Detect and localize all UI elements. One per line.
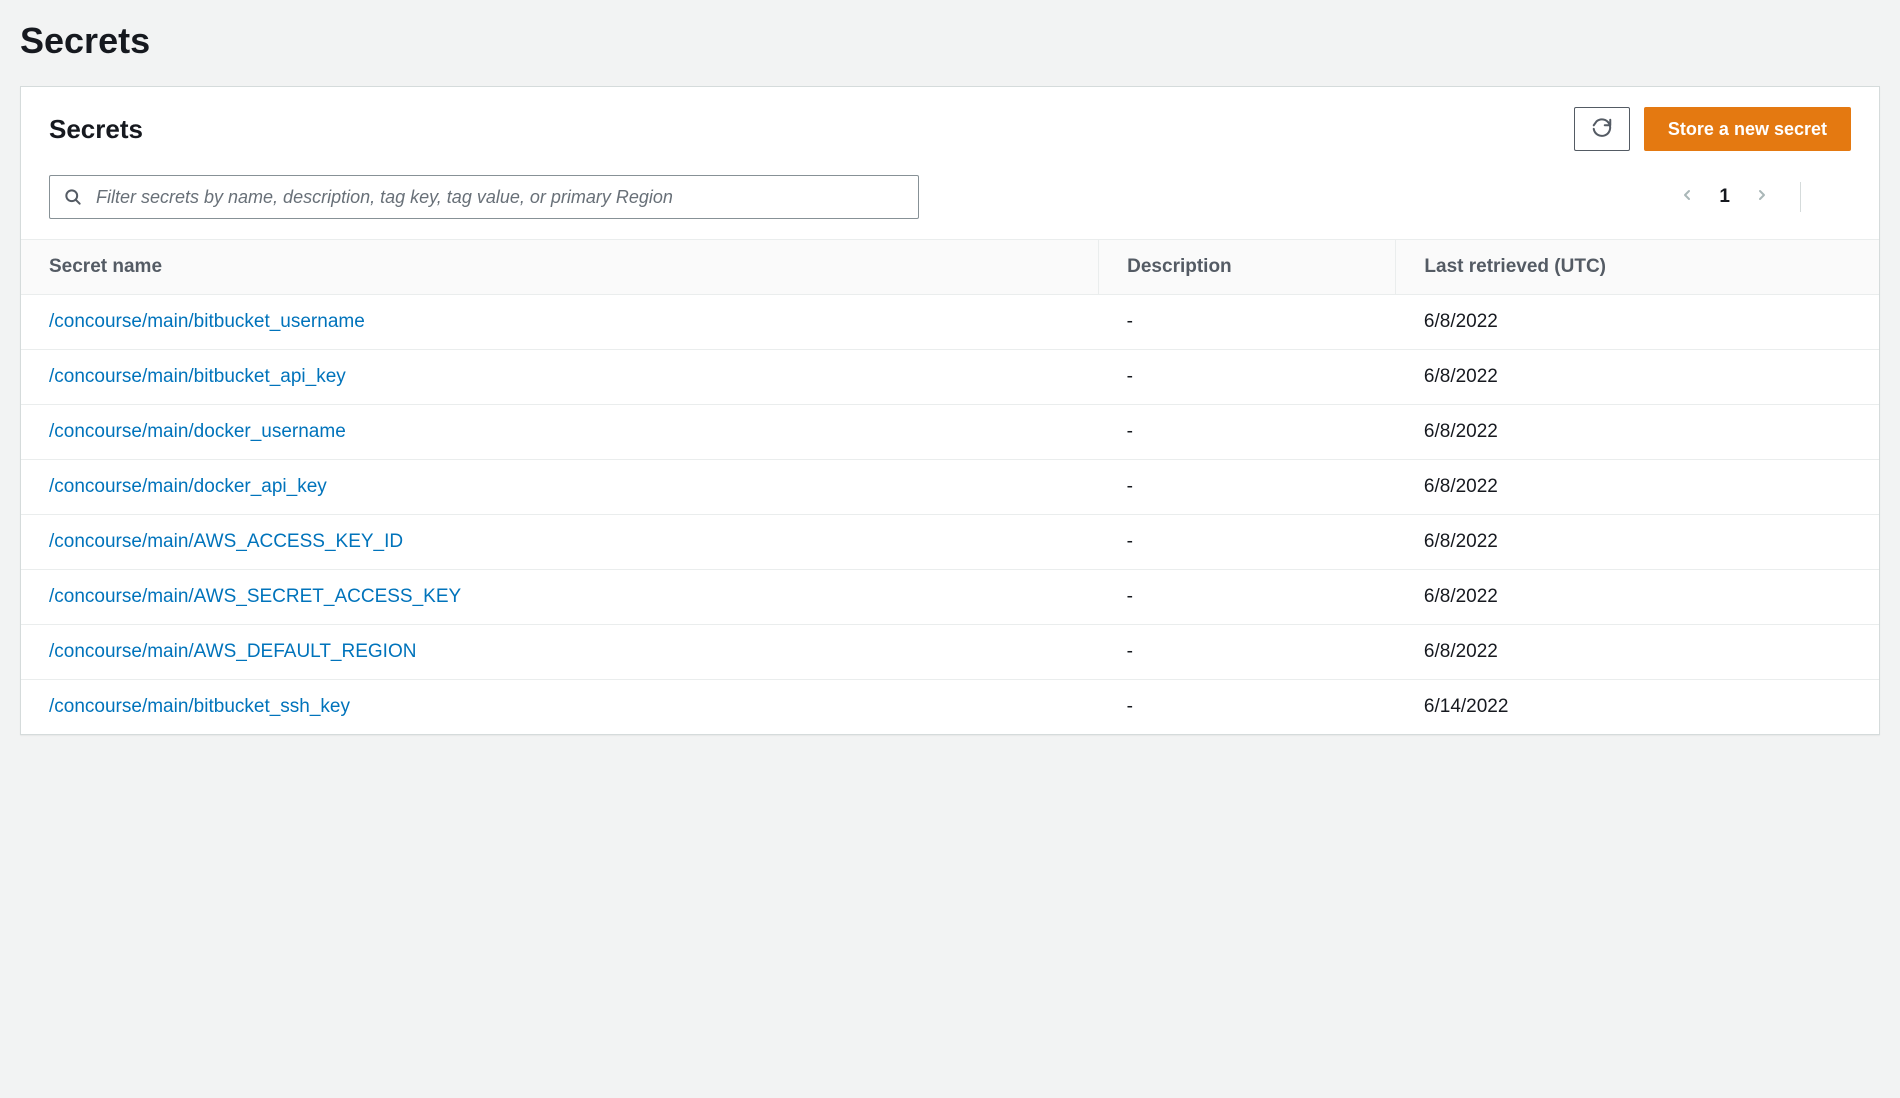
cell-last-retrieved: 6/14/2022 [1396,680,1879,735]
settings-button[interactable] [1829,186,1851,208]
secrets-panel: Secrets Store a new secret [20,86,1880,735]
table-row: /concourse/main/docker_username -6/8/2022 [21,405,1879,460]
prev-page-button[interactable] [1677,187,1697,207]
cell-last-retrieved: 6/8/2022 [1396,570,1879,625]
secret-link[interactable]: /concourse/main/AWS_ACCESS_KEY_ID [49,531,403,552]
cell-description: - [1099,625,1396,680]
table-row: /concourse/main/AWS_DEFAULT_REGION -6/8/2… [21,625,1879,680]
header-actions: Store a new secret [1574,107,1851,151]
pager-divider [1800,182,1801,212]
cell-last-retrieved: 6/8/2022 [1396,295,1879,350]
cell-last-retrieved: 6/8/2022 [1396,350,1879,405]
refresh-icon [1591,117,1613,142]
table-row: /concourse/main/AWS_SECRET_ACCESS_KEY -6/… [21,570,1879,625]
cell-description: - [1099,515,1396,570]
panel-toolbar: 1 [21,167,1879,239]
page-number: 1 [1719,186,1730,208]
secret-link[interactable]: /concourse/main/bitbucket_ssh_key [49,696,350,717]
chevron-left-icon [1679,185,1695,210]
secret-link[interactable]: /concourse/main/bitbucket_api_key [49,366,346,387]
cell-last-retrieved: 6/8/2022 [1396,405,1879,460]
col-description[interactable]: Description [1099,240,1396,295]
table-row: /concourse/main/AWS_ACCESS_KEY_ID -6/8/20… [21,515,1879,570]
search-wrap [49,175,919,219]
cell-last-retrieved: 6/8/2022 [1396,460,1879,515]
table-row: /concourse/main/bitbucket_username -6/8/2… [21,295,1879,350]
secret-link[interactable]: /concourse/main/AWS_DEFAULT_REGION [49,641,416,662]
cell-description: - [1099,680,1396,735]
secret-link[interactable]: /concourse/main/bitbucket_username [49,311,365,332]
cell-last-retrieved: 6/8/2022 [1396,515,1879,570]
pagination: 1 [1677,182,1851,212]
search-input[interactable] [49,175,919,219]
cell-last-retrieved: 6/8/2022 [1396,625,1879,680]
secret-link[interactable]: /concourse/main/AWS_SECRET_ACCESS_KEY [49,586,461,607]
col-last-retrieved[interactable]: Last retrieved (UTC) [1396,240,1879,295]
cell-description: - [1099,405,1396,460]
cell-description: - [1099,295,1396,350]
page-title: Secrets [20,20,1880,62]
cell-description: - [1099,460,1396,515]
cell-description: - [1099,350,1396,405]
chevron-right-icon [1754,185,1770,210]
panel-header: Secrets Store a new secret [21,87,1879,167]
secret-link[interactable]: /concourse/main/docker_api_key [49,476,327,497]
next-page-button[interactable] [1752,187,1772,207]
table-row: /concourse/main/bitbucket_ssh_key -6/14/2… [21,680,1879,735]
panel-title: Secrets [49,114,143,145]
search-icon [63,187,83,207]
refresh-button[interactable] [1574,107,1630,151]
secret-link[interactable]: /concourse/main/docker_username [49,421,346,442]
secrets-table: Secret name Description Last retrieved (… [21,239,1879,734]
table-row: /concourse/main/docker_api_key -6/8/2022 [21,460,1879,515]
store-new-secret-button[interactable]: Store a new secret [1644,107,1851,151]
cell-description: - [1099,570,1396,625]
col-secret-name[interactable]: Secret name [21,240,1099,295]
table-row: /concourse/main/bitbucket_api_key -6/8/20… [21,350,1879,405]
